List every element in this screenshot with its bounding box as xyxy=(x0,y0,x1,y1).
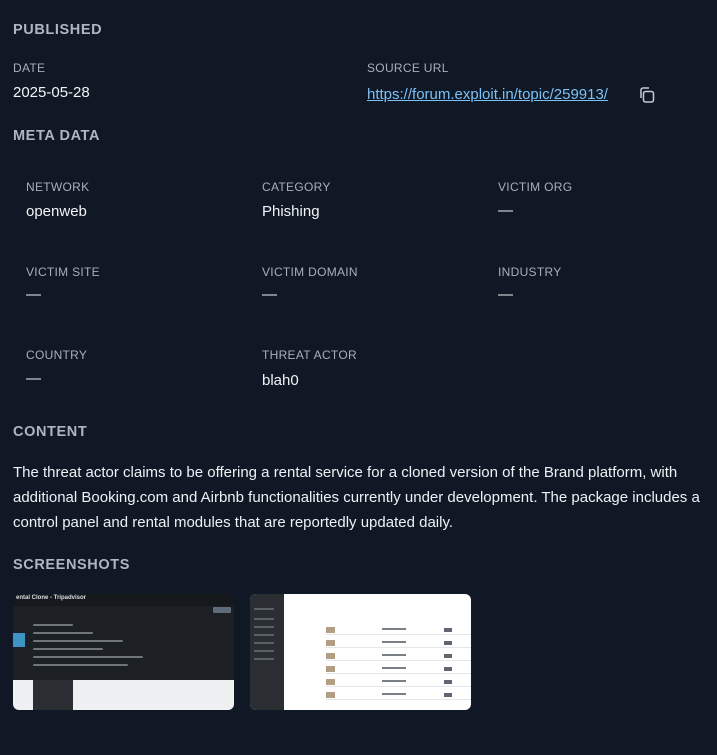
screenshot-thumbnail-1[interactable]: ental Clone - Tripadvisor xyxy=(13,594,234,710)
country-value: — xyxy=(26,370,41,387)
thumb-line xyxy=(33,664,128,666)
thumb-row xyxy=(326,691,471,700)
threat-actor-label: THREAT ACTOR xyxy=(262,348,357,362)
country-label: COUNTRY xyxy=(26,348,88,362)
content-text: The threat actor claims to be offering a… xyxy=(13,464,700,531)
thumb-button xyxy=(213,607,231,613)
thumb-row xyxy=(326,652,471,661)
thumb-sidebar xyxy=(250,594,284,710)
section-title-published: PUBLISHED xyxy=(13,22,103,38)
network-label: NETWORK xyxy=(26,180,90,194)
thumb-line xyxy=(33,640,123,642)
section-title-content: CONTENT xyxy=(13,424,88,440)
date-value: 2025-05-28 xyxy=(13,84,90,101)
victim-site-value: — xyxy=(26,286,41,303)
victim-domain-value: — xyxy=(262,286,277,303)
victim-org-value: — xyxy=(498,202,513,219)
thumb-line xyxy=(33,624,73,626)
thumb-line xyxy=(33,656,143,658)
thumb-row xyxy=(326,639,471,648)
thumb-row xyxy=(326,665,471,674)
thumb-sidebar-line xyxy=(254,626,274,628)
thumb-line xyxy=(33,632,93,634)
thumb-logo xyxy=(13,633,25,647)
thumb-title: ental Clone - Tripadvisor xyxy=(16,595,87,601)
industry-label: INDUSTRY xyxy=(498,265,562,279)
industry-value: — xyxy=(498,286,513,303)
category-value: Phishing xyxy=(262,203,320,220)
thumb-sidebar-line xyxy=(254,650,274,652)
thumb-row xyxy=(326,626,471,635)
thumb-sidebar-line xyxy=(254,618,274,620)
network-value: openweb xyxy=(26,203,87,220)
category-label: CATEGORY xyxy=(262,180,331,194)
date-label: DATE xyxy=(13,61,46,75)
source-url-link[interactable]: https://forum.exploit.in/topic/259913/ xyxy=(367,86,608,103)
thumb-sidebar-line xyxy=(254,658,274,660)
victim-domain-label: VICTIM DOMAIN xyxy=(262,265,358,279)
thumb-sidebar-line xyxy=(254,608,274,610)
section-title-meta-data: META DATA xyxy=(13,128,101,144)
thumb-line xyxy=(33,648,103,650)
thumb-sidebar-line xyxy=(254,634,274,636)
victim-org-label: VICTIM ORG xyxy=(498,180,573,194)
victim-site-label: VICTIM SITE xyxy=(26,265,100,279)
threat-actor-value: blah0 xyxy=(262,372,299,389)
thumb-sidebar xyxy=(33,680,73,710)
copy-icon[interactable] xyxy=(638,86,656,104)
source-url-label: SOURCE URL xyxy=(367,61,449,75)
thumb-row xyxy=(326,678,471,687)
thumb-sidebar-line xyxy=(254,642,274,644)
section-title-screenshots: SCREENSHOTS xyxy=(13,557,130,573)
screenshot-thumbnail-2[interactable] xyxy=(250,594,471,710)
